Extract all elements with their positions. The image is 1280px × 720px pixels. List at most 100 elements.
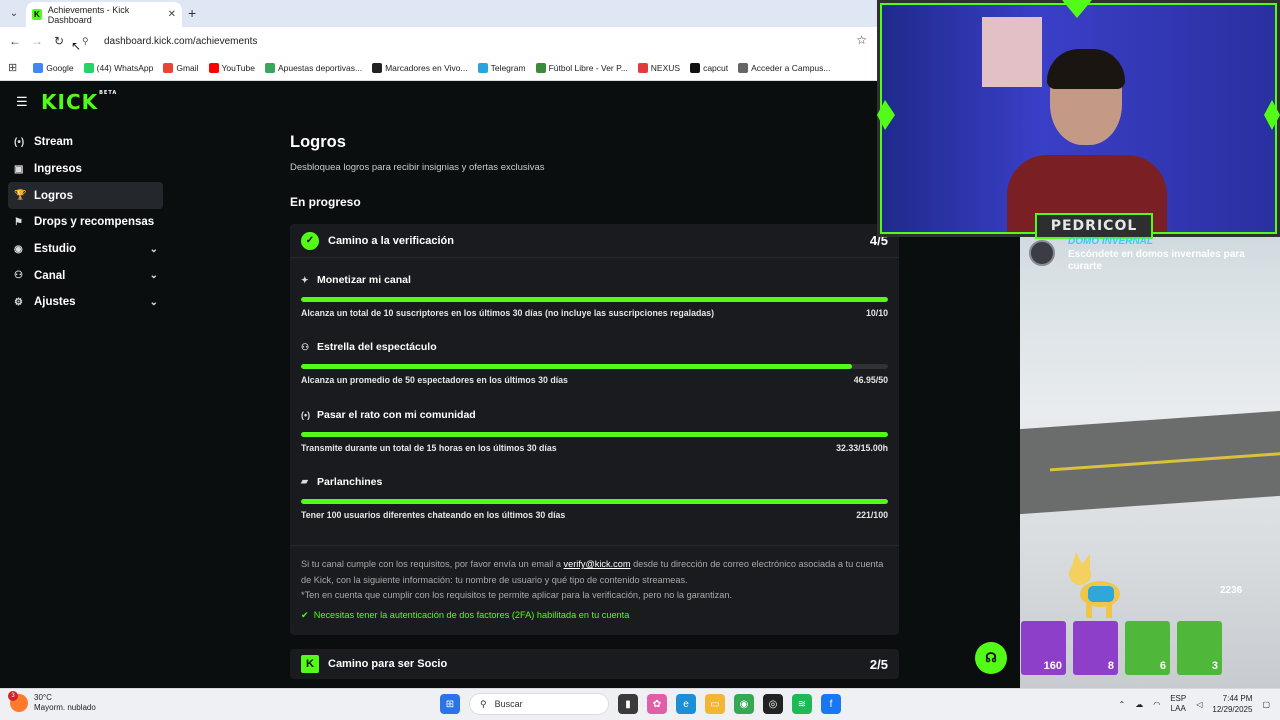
back-icon[interactable]: ← <box>4 34 26 48</box>
bookmark-item[interactable]: Fútbol Libre - Ver P... <box>535 62 628 73</box>
clock[interactable]: 7:44 PM 12/29/2025 <box>1212 693 1252 715</box>
chevron-down-icon: ⌄ <box>149 296 158 308</box>
weather-widget[interactable]: 3 30°C Mayorm. nublado <box>8 691 96 713</box>
card-header[interactable]: ✓ Camino a la verificación 4/5 <box>290 224 899 258</box>
task-view-icon[interactable]: ▮ <box>618 694 638 714</box>
windows-start-icon[interactable]: ⊞ <box>440 694 460 714</box>
kick-logo[interactable]: KICKBETA <box>41 90 117 114</box>
verify-email-link[interactable]: verify@kick.com <box>564 559 631 569</box>
bookmark-item[interactable]: Marcadores en Vivo... <box>372 62 468 73</box>
revenue-icon: ▣ <box>14 163 24 175</box>
obs-icon[interactable]: ◎ <box>763 694 783 714</box>
bookmark-item[interactable]: NEXUS <box>637 62 680 73</box>
bookmark-star-icon[interactable]: ☆ <box>856 33 867 47</box>
game-quest: DOMO INVERNAL Escóndete en domos inverna… <box>1023 236 1263 274</box>
card2-count: 2/5 <box>869 656 888 672</box>
sidebar-item-stream[interactable]: (•) Stream <box>8 129 163 156</box>
achievement-task: ▰ Parlanchines Tener 100 usuarios diferent… <box>301 470 888 537</box>
progress-bar <box>301 297 888 302</box>
live-icon: (•) <box>301 409 311 420</box>
progress-fill <box>301 498 888 504</box>
inventory-slot: 8 <box>1073 621 1118 675</box>
slot-count: 6 <box>1159 660 1166 672</box>
sidebar-item-label: Ajustes <box>34 296 76 309</box>
bookmark-item[interactable]: Gmail <box>163 62 199 73</box>
bookmark-item[interactable]: YouTube <box>208 62 255 73</box>
requirement-2fa: ✔ Necesitas tener la autenticación de dos… <box>301 608 888 624</box>
bookmark-favicon-icon <box>477 62 488 73</box>
site-info-icon[interactable]: ⚲ <box>82 36 96 47</box>
task-description: Tener 100 usuarios diferentes chateando … <box>301 509 566 520</box>
sidebar-item-logros[interactable]: 🏆 Logros <box>8 182 163 210</box>
streamer-figure <box>1007 49 1167 232</box>
kick-favicon-icon: K <box>32 9 42 20</box>
bookmark-favicon-icon <box>738 62 749 73</box>
sidebar-item-label: Drops y recompensas <box>34 216 155 229</box>
mouse-cursor-icon: ↖ <box>71 39 82 53</box>
address-bar[interactable]: ⚲ dashboard.kick.com/achievements ☆ <box>82 30 877 52</box>
edge-icon[interactable]: e <box>676 694 696 714</box>
sidebar-item-estudio[interactable]: ◉ Estudio ⌄ <box>8 236 163 263</box>
achievement-task: ✦ Monetizar mi canal Alcanza un total de 1… <box>301 268 888 335</box>
info-text: Si tu canal cumple con los requisitos, p… <box>301 559 884 585</box>
spotify-icon[interactable]: ≋ <box>792 694 812 714</box>
slot-count: 160 <box>1043 660 1062 672</box>
support-chat-icon[interactable]: ☊ <box>975 642 1007 674</box>
sidebar-item-canal[interactable]: ⚇ Canal ⌄ <box>8 262 163 289</box>
task-description: Transmite durante un total de 15 horas e… <box>301 442 557 453</box>
kick-badge-icon: K <box>301 655 319 674</box>
new-tab-icon[interactable]: + <box>188 5 196 21</box>
slot-count: 8 <box>1107 660 1114 672</box>
task-description: Alcanza un promedio de 50 espectadores e… <box>301 375 568 386</box>
notification-icon[interactable]: ▢ <box>1262 700 1270 709</box>
wifi-icon[interactable]: ◠ <box>1153 700 1160 709</box>
bookmark-item[interactable]: (44) WhatsApp <box>83 62 153 73</box>
tab-search-icon[interactable]: ⌄ <box>6 6 22 22</box>
apps-grid-icon[interactable]: ⊞ <box>8 61 17 74</box>
bookmark-item[interactable]: Telegram <box>477 62 526 73</box>
sidebar-item-ingresos[interactable]: ▣ Ingresos <box>8 156 163 183</box>
language-indicator[interactable]: ESP LAA <box>1170 694 1186 714</box>
task-title: Pasar el rato con mi comunidad <box>317 408 476 421</box>
bookmark-item[interactable]: Acceder a Campus... <box>738 62 831 73</box>
tray-chevron-icon[interactable]: ⌃ <box>1119 700 1126 709</box>
sidebar-item-label: Logros <box>34 189 73 202</box>
chevron-down-icon: ⌄ <box>149 270 158 282</box>
inventory-slots: 160 8 6 3 <box>1021 621 1222 675</box>
sidebar-item-label: Estudio <box>34 243 77 256</box>
speaker-icon[interactable]: ◁ <box>1196 700 1202 709</box>
browser-tab[interactable]: K Achievements - Kick Dashboard ✕ <box>26 2 182 27</box>
partner-card[interactable]: K Camino para ser Socio 2/5 <box>290 649 899 680</box>
system-tray: ⌃ ☁ ◠ ESP LAA ◁ 7:44 PM 12/29/2025 ▢ <box>1119 693 1270 715</box>
bookmark-item[interactable]: Apuestas deportivas... <box>264 62 362 73</box>
close-tab-icon[interactable]: ✕ <box>168 9 176 20</box>
sidebar-item-label: Stream <box>34 136 73 149</box>
bookmark-item[interactable]: capcut <box>690 62 728 73</box>
chrome-icon[interactable]: ◉ <box>734 694 754 714</box>
bookmark-favicon-icon <box>372 62 383 73</box>
tab-strip: ⌄ K Achievements - Kick Dashboard ✕ + <box>0 0 1020 27</box>
sidebar-item-drops[interactable]: ⚑ Drops y recompensas <box>8 209 163 236</box>
sidebar-item-ajustes[interactable]: ⚙ Ajustes ⌄ <box>8 289 163 316</box>
forward-icon[interactable]: → <box>26 34 48 48</box>
onedrive-icon[interactable]: ☁ <box>1135 700 1143 709</box>
task-value: 221/100 <box>856 509 888 520</box>
bookmark-item[interactable]: Google <box>33 62 74 73</box>
task-title: Parlanchines <box>317 475 383 488</box>
inventory-slot: 160 <box>1021 621 1066 675</box>
url-text: dashboard.kick.com/achievements <box>104 35 258 47</box>
achievement-task: ⚇ Estrella del espectáculo Alcanza un prom… <box>301 335 888 402</box>
search-icon: ⚲ <box>480 698 487 709</box>
copilot-icon[interactable]: ✿ <box>647 694 667 714</box>
facebook-icon[interactable]: f <box>821 694 841 714</box>
card2-title: Camino para ser Socio <box>328 658 448 671</box>
quest-title: DOMO INVERNAL <box>1068 236 1153 247</box>
file-explorer-icon[interactable]: ▭ <box>705 694 725 714</box>
menu-icon[interactable]: ☰ <box>16 94 28 110</box>
settings-icon: ⚙ <box>14 296 23 308</box>
reload-icon[interactable]: ↻ <box>48 34 70 48</box>
progress-bar <box>301 431 888 437</box>
taskbar-search[interactable]: ⚲ Buscar <box>469 693 609 715</box>
verified-check-icon: ✓ <box>301 231 319 250</box>
section-title: En progreso <box>290 195 361 209</box>
